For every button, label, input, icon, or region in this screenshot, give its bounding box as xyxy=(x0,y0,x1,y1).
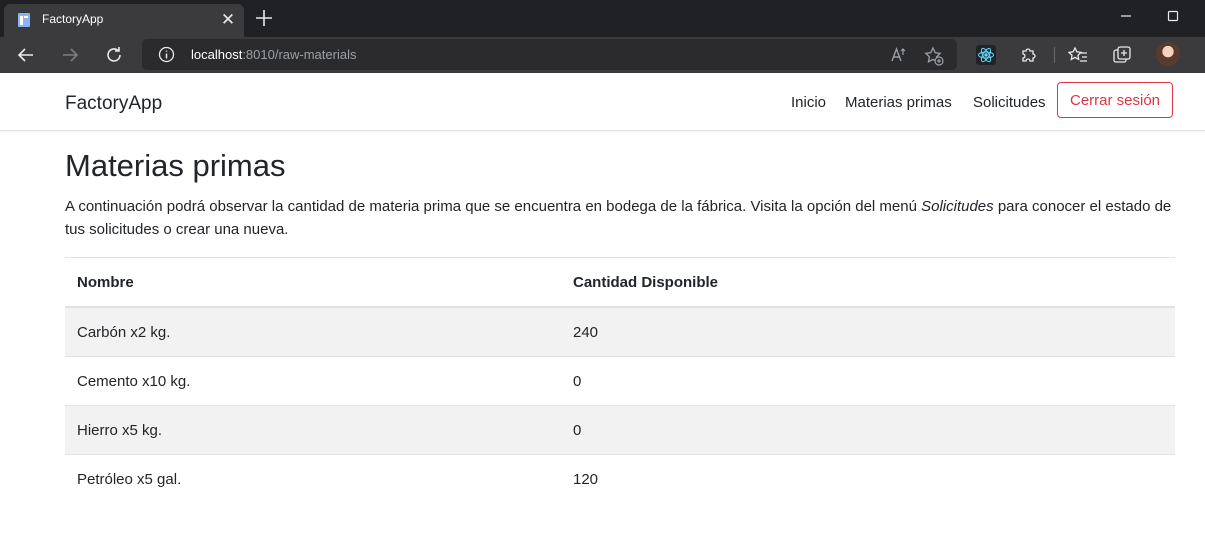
back-arrow-icon[interactable] xyxy=(16,45,36,65)
table-row: Hierro x5 kg. 0 xyxy=(65,405,1175,455)
favorites-icon[interactable] xyxy=(1068,45,1088,65)
nav-link-inicio[interactable]: Inicio xyxy=(791,94,826,111)
nav-link-materias-primas[interactable]: Materias primas xyxy=(845,94,952,111)
url-text: localhost:8010/raw-materials xyxy=(191,47,356,62)
quantity-cell: 0 xyxy=(561,356,1175,406)
material-name-cell: Hierro x5 kg. xyxy=(65,405,561,455)
app-navbar: FactoryApp Inicio Materias primas Solici… xyxy=(0,73,1205,131)
close-tab-icon[interactable]: ✕ xyxy=(218,10,238,30)
new-tab-icon[interactable] xyxy=(252,6,276,30)
column-header-name: Nombre xyxy=(65,257,561,308)
read-aloud-icon[interactable] xyxy=(890,46,908,64)
forward-arrow-icon[interactable] xyxy=(60,45,80,65)
nav-link-solicitudes[interactable]: Solicitudes xyxy=(973,94,1046,111)
intro-text-start: A continuación podrá observar la cantida… xyxy=(65,198,922,215)
material-name-cell: Cemento x10 kg. xyxy=(65,356,561,406)
maximize-icon[interactable] xyxy=(1165,8,1181,24)
info-icon[interactable] xyxy=(158,46,175,63)
minimize-icon[interactable] xyxy=(1118,8,1134,24)
react-devtools-icon[interactable] xyxy=(976,45,996,65)
browser-tab-bar: FactoryApp ✕ xyxy=(0,0,1205,37)
column-header-quantity: Cantidad Disponible xyxy=(561,257,1175,308)
profile-avatar[interactable] xyxy=(1156,42,1180,66)
browser-tab[interactable]: FactoryApp ✕ xyxy=(4,4,244,37)
intro-emphasis: Solicitudes xyxy=(921,198,994,215)
refresh-icon[interactable] xyxy=(104,45,124,65)
tab-title: FactoryApp xyxy=(42,12,104,26)
material-name-cell: Petróleo x5 gal. xyxy=(65,454,561,503)
collections-icon[interactable] xyxy=(1112,45,1132,65)
page-icon xyxy=(18,13,30,27)
url-host: localhost xyxy=(191,47,243,62)
browser-toolbar: localhost:8010/raw-materials xyxy=(0,37,1205,73)
page-title: Materias primas xyxy=(65,148,286,183)
url-path: :8010/raw-materials xyxy=(242,47,357,62)
raw-materials-table: Nombre Cantidad Disponible Carbón x2 kg.… xyxy=(65,257,1175,503)
logout-button[interactable]: Cerrar sesión xyxy=(1057,82,1173,118)
quantity-cell: 0 xyxy=(561,405,1175,455)
address-bar[interactable]: localhost:8010/raw-materials xyxy=(142,39,957,70)
quantity-cell: 120 xyxy=(561,454,1175,503)
table-row: Carbón x2 kg. 240 xyxy=(65,306,1175,357)
table-header-row: Nombre Cantidad Disponible xyxy=(65,257,1175,308)
quantity-cell: 240 xyxy=(561,306,1175,357)
brand-logo[interactable]: FactoryApp xyxy=(65,93,162,115)
toolbar-divider xyxy=(1054,47,1055,63)
material-name-cell: Carbón x2 kg. xyxy=(65,306,561,357)
add-favorite-icon[interactable] xyxy=(924,46,944,66)
table-row: Petróleo x5 gal. 120 xyxy=(65,454,1175,503)
table-row: Cemento x10 kg. 0 xyxy=(65,356,1175,406)
intro-paragraph: A continuación podrá observar la cantida… xyxy=(65,195,1175,241)
extensions-icon[interactable] xyxy=(1019,45,1039,65)
